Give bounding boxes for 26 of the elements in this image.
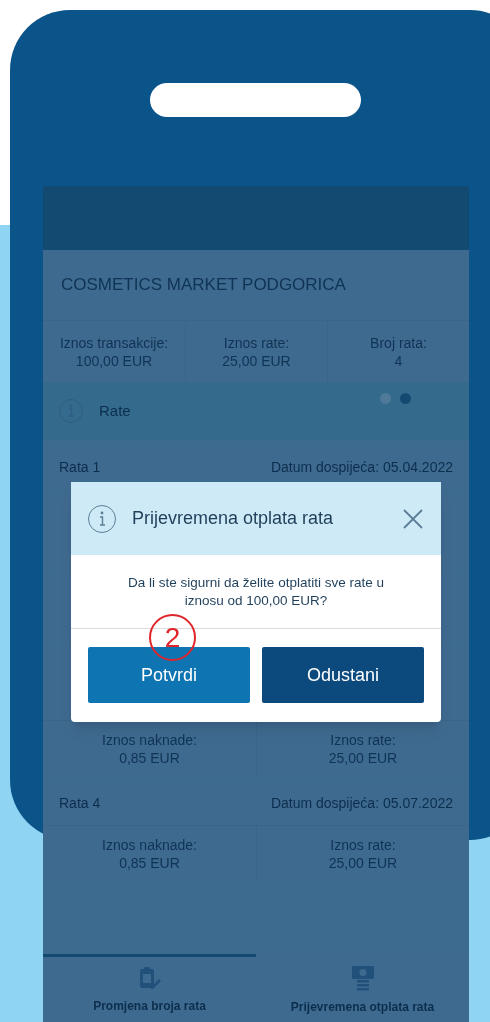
summary-label: Broj rata: xyxy=(370,333,427,352)
summary-label: Iznos rate: xyxy=(223,333,290,352)
installment-label: Rata 1 xyxy=(59,457,101,477)
step-marker: 2 xyxy=(149,614,196,661)
due-date: Datum dospijeća: 05.07.2022 xyxy=(270,793,453,813)
detail-label: Iznos rate: xyxy=(330,835,396,854)
installment-label: Rata 4 xyxy=(59,793,101,813)
summary-value: 25,00 EUR xyxy=(222,351,291,370)
detail-label: Iznos naknade: xyxy=(102,730,197,749)
detail-label: Iznos rate: xyxy=(330,730,396,749)
merchant-name: COSMETICS MARKET PODGORICA xyxy=(61,274,346,297)
cancel-button[interactable]: Odustani xyxy=(262,647,424,703)
summary-label: Iznos transakcije: xyxy=(59,333,169,352)
detail-value: 0,85 EUR xyxy=(119,748,180,767)
confirm-button[interactable]: Potvrdi xyxy=(88,647,250,703)
detail-value: 25,00 EUR xyxy=(328,853,398,872)
due-date: Datum dospijeća: 05.04.2022 xyxy=(270,457,453,477)
dialog-message: Da li ste sigurni da želite otplatiti sve rate u iznosu od 100,00 EUR? xyxy=(71,555,441,629)
close-icon[interactable] xyxy=(402,507,424,530)
detail-label: Iznos naknade: xyxy=(102,835,197,854)
detail-value: 0,85 EUR xyxy=(119,853,180,872)
summary-value: 100,00 EUR xyxy=(75,351,153,370)
detail-value: 25,00 EUR xyxy=(328,748,398,767)
section-title: Rate xyxy=(99,400,131,421)
summary-value: 4 xyxy=(394,351,403,370)
dialog-title: Prijevremena otplata rata xyxy=(132,507,335,530)
